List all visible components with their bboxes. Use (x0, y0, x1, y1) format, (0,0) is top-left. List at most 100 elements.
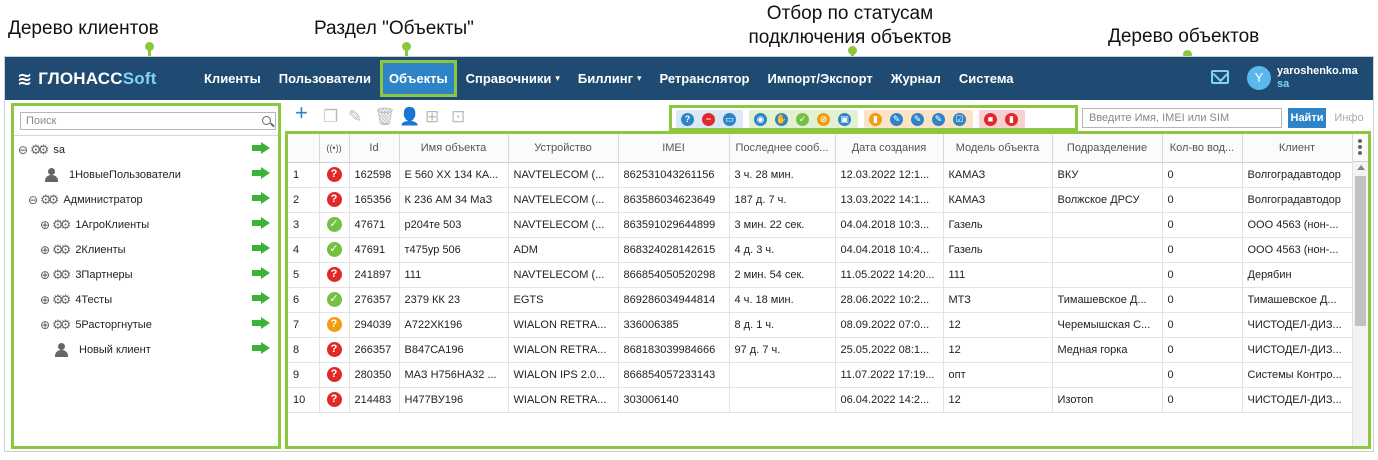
column-header[interactable]: Устройство (508, 134, 619, 163)
signal-status-icon[interactable]: ▮ (869, 113, 882, 126)
go-arrow-icon[interactable] (252, 217, 270, 229)
expand-icon[interactable]: ⊕ (40, 269, 50, 281)
logo-main-text: ГЛОНАСС (38, 69, 123, 88)
column-header[interactable]: Id (349, 134, 400, 163)
go-arrow-icon[interactable] (252, 292, 270, 304)
column-menu-icon[interactable] (1354, 138, 1366, 158)
tree-node[interactable]: ⊕ ⚙⚙ 4Тесты (14, 287, 276, 312)
hand-status-icon[interactable]: ✋ (775, 113, 788, 126)
go-arrow-icon[interactable] (252, 317, 270, 329)
column-header[interactable]: Кол-во вод... (1162, 134, 1243, 163)
menu-item-label: Объекты (388, 71, 448, 86)
expand-icon[interactable]: ⊕ (40, 219, 50, 231)
column-header[interactable]: Подразделение (1052, 134, 1163, 163)
table-row[interactable]: 3 ✓ 47671 р204те 503 NAVTELECOM (... 86359102… (288, 212, 1353, 238)
client-search-input[interactable]: Поиск (20, 112, 276, 130)
delete-icon[interactable]: 🗑 (374, 108, 396, 125)
tree-node[interactable]: ⊕ ⚙⚙ 1АгроКлиенты (14, 212, 276, 237)
view-status-icon[interactable]: ◉ (754, 113, 767, 126)
expand-icon[interactable]: ⊕ (40, 294, 50, 306)
column-header[interactable]: Последнее сооб... (729, 134, 836, 163)
unknown-status-icon[interactable]: ? (681, 113, 694, 126)
collapse-icon[interactable]: ⊖ (18, 144, 28, 156)
cell-n: 5 (288, 262, 320, 288)
gears-icon: ⚙⚙ (52, 216, 71, 232)
device-status-icon[interactable]: ▭ (723, 113, 736, 126)
go-arrow-icon[interactable] (252, 142, 270, 154)
tree-node[interactable]: 1НовыеПользователи (14, 162, 276, 187)
scroll-thumb[interactable] (1355, 176, 1366, 326)
menu-item-3[interactable]: Объекты (379, 60, 457, 97)
menu-item-5[interactable]: Биллинг ▾ (569, 57, 651, 100)
table-row[interactable]: 8? 266357 В847СА196 WIALON RETRA... 86818303… (288, 337, 1353, 363)
cell-n: 10 (288, 387, 320, 413)
tree-node[interactable]: ⊖ ⚙⚙ sa (14, 137, 276, 162)
cell-division: Тимашевское Д... (1052, 287, 1163, 313)
column-header[interactable]: Модель объекта (943, 134, 1053, 163)
tool-status-icon[interactable]: ✎ (890, 113, 903, 126)
signal-column-header[interactable]: ((•)) (319, 134, 350, 163)
go-arrow-icon[interactable] (252, 242, 270, 254)
wrench-status-icon[interactable]: ✎ (911, 113, 924, 126)
table-row[interactable]: 4 ✓ 47691 т475ур 506 ADM 868324028142615 4 д. … (288, 237, 1353, 263)
expand-icon[interactable]: ⊕ (40, 244, 50, 256)
tree-node[interactable]: ⊕ ⚙⚙ 5Расторгнутые (14, 312, 276, 337)
menu-item-4[interactable]: Справочники ▾ (457, 57, 569, 100)
go-arrow-icon[interactable] (252, 167, 270, 179)
tree-node[interactable]: ⊕ ⚙⚙ 3Партнеры (14, 262, 276, 287)
cell-name: В847СА196 (399, 337, 509, 363)
table-row[interactable]: 2? 165356 К 236 АМ 34 МаЗ NAVTELECOM (... 86… (288, 187, 1353, 213)
avatar[interactable]: Y (1247, 66, 1271, 90)
logo[interactable]: ≋ ГЛОНАСС Soft (17, 68, 157, 90)
online-status-icon[interactable]: ✓ (796, 113, 809, 126)
menu-item-2[interactable]: Пользователи (270, 57, 380, 100)
column-header[interactable]: Имя объекта (399, 134, 509, 163)
menu-item-6[interactable]: Ретранслятор (651, 57, 759, 100)
column-header[interactable] (288, 134, 320, 163)
table-row[interactable]: 6 ✓ 276357 2379 КК 23 EGTS 869286034944814 4 ч… (288, 287, 1353, 313)
column-header[interactable]: Дата создания (835, 134, 944, 163)
table-row[interactable]: 9? 280350 МАЗ Н756НА32 ... WIALON IPS 2.0..… (288, 362, 1353, 388)
menu-item-1[interactable]: Клиенты (195, 57, 270, 100)
go-arrow-icon[interactable] (252, 192, 270, 204)
go-arrow-icon[interactable] (252, 342, 270, 354)
scroll-up-icon[interactable] (1357, 165, 1365, 170)
cart-status-icon[interactable]: ▣ (838, 113, 851, 126)
blocked-status-icon[interactable]: − (702, 113, 715, 126)
repair-status-icon[interactable]: ✎ (932, 113, 945, 126)
table-row[interactable]: 1? 162598 Е 560 ХХ 134 КА... NAVTELECOM (..… (288, 162, 1353, 188)
column-header[interactable]: Клиент (1242, 134, 1353, 163)
table-row[interactable]: 7? 294039 А722ХК196 WIALON RETRA... 33600638… (288, 312, 1353, 338)
menu-item-8[interactable]: Журнал (882, 57, 950, 100)
assign-user-icon[interactable]: 👤 (399, 108, 420, 125)
edit-icon[interactable]: ✎ (348, 108, 362, 125)
lock-status-icon[interactable]: ■ (984, 113, 997, 126)
table-scrollbar[interactable] (1352, 162, 1368, 446)
trash-status-icon[interactable]: ▮ (1005, 113, 1018, 126)
expand-icon[interactable]: ⊕ (40, 319, 50, 331)
collapse-icon[interactable]: ⊖ (28, 194, 38, 206)
tree-node[interactable]: Новый клиент (14, 337, 276, 362)
checklist-status-icon[interactable]: ☑ (953, 113, 966, 126)
terminal-icon[interactable]: ⊡ (451, 108, 465, 125)
cell-last (729, 362, 836, 388)
column-header[interactable]: IMEI (618, 134, 730, 163)
object-search-input[interactable]: Введите Имя, IMEI или SIM (1082, 108, 1282, 128)
go-arrow-icon[interactable] (252, 267, 270, 279)
tree-node[interactable]: ⊕ ⚙⚙ 2Клиенты (14, 237, 276, 262)
table-row[interactable]: 5? 241897 111 NAVTELECOM (... 86685405052029… (288, 262, 1353, 288)
table-row[interactable]: 10? 214483 Н477ВУ196 WIALON RETRA... 3030061… (288, 387, 1353, 413)
search-icon[interactable] (262, 116, 271, 125)
copy-icon[interactable]: ❐ (323, 108, 338, 125)
tree-node[interactable]: ⊖ ⚙⚙ Администратор (14, 187, 276, 212)
find-button[interactable]: Найти (1288, 108, 1326, 128)
info-button[interactable]: Инфо (1331, 108, 1367, 128)
disabled-status-icon[interactable]: ⊘ (817, 113, 830, 126)
menu-item-9[interactable]: Система (950, 57, 1023, 100)
add-icon[interactable]: + (295, 102, 308, 124)
hierarchy-icon[interactable]: ⊞ (425, 108, 439, 125)
user-icon (44, 167, 60, 182)
menu-item-7[interactable]: Импорт/Экспорт (758, 57, 881, 100)
mail-icon[interactable] (1211, 70, 1229, 84)
username[interactable]: yaroshenko.ma (1277, 65, 1358, 77)
